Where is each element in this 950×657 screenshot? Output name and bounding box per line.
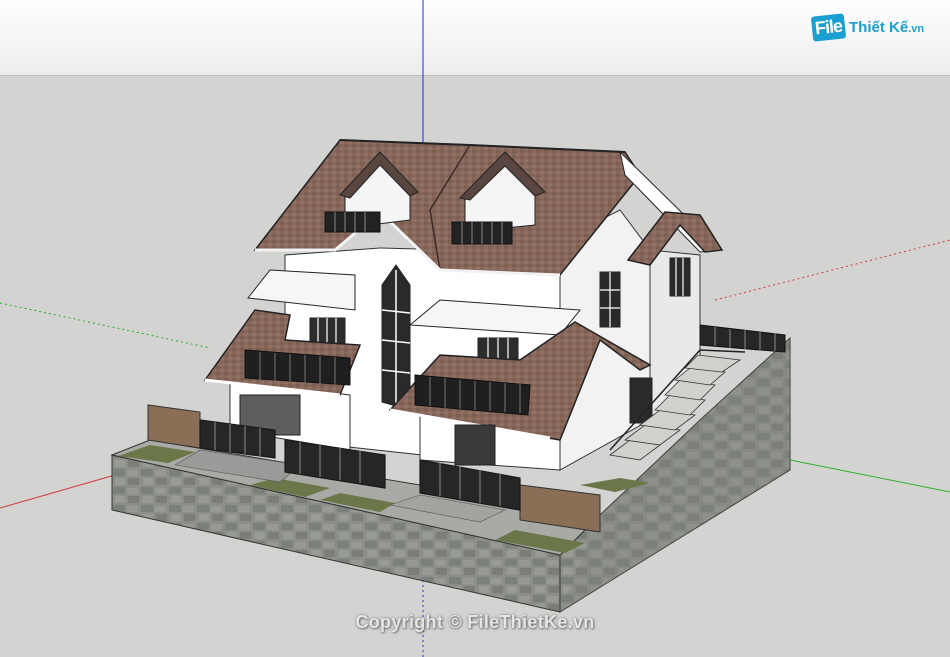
logo-domain: .vn [908,22,925,35]
logo-name: Thiết Kế [849,18,909,36]
model-viewport[interactable] [0,0,950,657]
terrace-fence [699,324,786,353]
axis-red [0,474,116,509]
axis-red-dotted [714,239,950,301]
gable-window [669,257,691,297]
brick-wall-left [147,404,201,449]
site-logo: File Thiết Kế.vn [810,12,924,42]
logo-text: Thiết Kế.vn [849,19,924,36]
door-opening [454,424,496,466]
copyright-watermark: Copyright © FileThietKe.vn [355,612,595,632]
logo-mark: File [810,12,847,42]
cornice-left [247,269,356,311]
axis-green [789,459,950,493]
axis-green-dotted [0,302,211,349]
